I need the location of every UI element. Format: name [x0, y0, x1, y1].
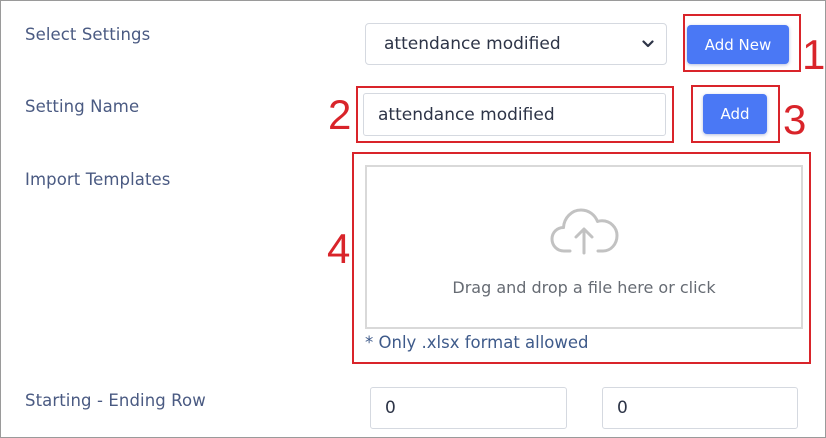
annotation-number-2: 2 [328, 91, 352, 138]
import-templates-label: Import Templates [25, 170, 171, 189]
annotation-box-4 [352, 152, 811, 364]
starting-row-input[interactable] [370, 387, 567, 429]
select-settings-value: attendance modified [384, 34, 561, 54]
ending-row-input[interactable] [602, 387, 798, 429]
row-range-label: Starting - Ending Row [25, 391, 206, 410]
annotation-box-2 [356, 86, 674, 143]
annotation-number-1: 1 [802, 31, 826, 78]
annotation-box-3 [691, 85, 780, 143]
chevron-down-icon [642, 40, 654, 48]
annotation-number-4: 4 [327, 225, 351, 272]
annotation-box-1 [683, 14, 801, 72]
annotation-number-3: 3 [783, 96, 807, 143]
form-panel: Select Settings attendance modified Add … [0, 0, 826, 438]
select-settings-dropdown[interactable]: attendance modified [365, 23, 667, 65]
select-settings-label: Select Settings [25, 25, 151, 44]
setting-name-label: Setting Name [25, 97, 140, 116]
